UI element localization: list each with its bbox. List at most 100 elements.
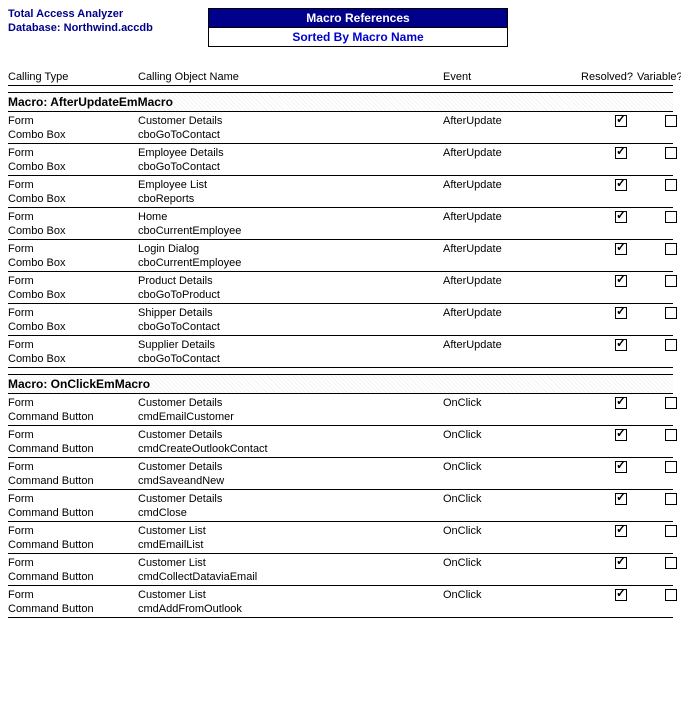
event-value: OnClick	[443, 525, 573, 537]
column-headers: Calling Type Calling Object Name Event R…	[8, 71, 673, 86]
col-calling-type: Calling Type	[8, 71, 138, 83]
resolved-checkbox[interactable]	[615, 429, 627, 441]
event-value: OnClick	[443, 429, 573, 441]
calling-name-2: cmdCreateOutlookContact	[138, 443, 443, 455]
event-value: AfterUpdate	[443, 307, 573, 319]
table-row: FormHomeAfterUpdateCombo BoxcboCurrentEm…	[8, 208, 673, 240]
calling-type-1: Form	[8, 179, 138, 191]
calling-type-2: Combo Box	[8, 289, 138, 301]
calling-name-2: cmdClose	[138, 507, 443, 519]
event-value: AfterUpdate	[443, 115, 573, 127]
variable-checkbox[interactable]	[665, 307, 677, 319]
resolved-checkbox[interactable]	[615, 211, 627, 223]
calling-type-2: Command Button	[8, 507, 138, 519]
col-variable: Variable?	[637, 71, 681, 83]
event-value: AfterUpdate	[443, 275, 573, 287]
variable-checkbox[interactable]	[665, 211, 677, 223]
calling-type-1: Form	[8, 557, 138, 569]
event-value: AfterUpdate	[443, 211, 573, 223]
resolved-checkbox[interactable]	[615, 115, 627, 127]
table-row: FormCustomer DetailsOnClick Command Butto…	[8, 490, 673, 522]
event-value: OnClick	[443, 493, 573, 505]
resolved-checkbox[interactable]	[615, 557, 627, 569]
variable-checkbox[interactable]	[665, 525, 677, 537]
resolved-checkbox[interactable]	[615, 147, 627, 159]
database-label: Database: Northwind.accdb	[8, 22, 208, 34]
group-header: Macro: AfterUpdateEmMacro	[8, 92, 673, 112]
variable-checkbox[interactable]	[665, 397, 677, 409]
calling-type-2: Combo Box	[8, 225, 138, 237]
calling-type-1: Form	[8, 211, 138, 223]
variable-checkbox[interactable]	[665, 461, 677, 473]
calling-type-2: Command Button	[8, 539, 138, 551]
resolved-checkbox[interactable]	[615, 525, 627, 537]
variable-checkbox[interactable]	[665, 493, 677, 505]
report-header: Total Access Analyzer Database: Northwin…	[8, 8, 673, 47]
calling-type-1: Form	[8, 589, 138, 601]
calling-name-1: Login Dialog	[138, 243, 443, 255]
calling-type-2: Command Button	[8, 443, 138, 455]
resolved-checkbox[interactable]	[615, 243, 627, 255]
event-value: AfterUpdate	[443, 147, 573, 159]
event-value: OnClick	[443, 557, 573, 569]
calling-type-2: Command Button	[8, 411, 138, 423]
calling-name-1: Customer List	[138, 557, 443, 569]
col-event: Event	[443, 71, 573, 83]
table-row: FormCustomer ListOnClick Command Buttoncm…	[8, 522, 673, 554]
calling-name-1: Customer List	[138, 525, 443, 537]
table-row: FormProduct DetailsAfterUpdateCombo Boxc…	[8, 272, 673, 304]
event-value: AfterUpdate	[443, 179, 573, 191]
table-row: FormShipper DetailsAfterUpdate Combo Boxc…	[8, 304, 673, 336]
calling-type-1: Form	[8, 307, 138, 319]
calling-name-1: Customer Details	[138, 397, 443, 409]
calling-type-1: Form	[8, 493, 138, 505]
calling-name-2: cmdEmailList	[138, 539, 443, 551]
calling-name-1: Employee Details	[138, 147, 443, 159]
table-row: FormCustomer ListOnClickCommand Buttoncm…	[8, 554, 673, 586]
report-title: Macro References	[208, 8, 508, 28]
calling-name-1: Customer Details	[138, 461, 443, 473]
table-row: FormEmployee DetailsAfterUpdateCombo Box…	[8, 144, 673, 176]
calling-name-1: Shipper Details	[138, 307, 443, 319]
calling-type-2: Combo Box	[8, 193, 138, 205]
variable-checkbox[interactable]	[665, 115, 677, 127]
calling-name-2: cboReports	[138, 193, 443, 205]
calling-name-2: cboGoToProduct	[138, 289, 443, 301]
calling-type-1: Form	[8, 115, 138, 127]
variable-checkbox[interactable]	[665, 243, 677, 255]
calling-name-2: cboGoToContact	[138, 353, 443, 365]
variable-checkbox[interactable]	[665, 275, 677, 287]
resolved-checkbox[interactable]	[615, 339, 627, 351]
calling-name-1: Product Details	[138, 275, 443, 287]
calling-name-2: cmdEmailCustomer	[138, 411, 443, 423]
calling-name-2: cboGoToContact	[138, 161, 443, 173]
resolved-checkbox[interactable]	[615, 493, 627, 505]
calling-type-2: Combo Box	[8, 257, 138, 269]
resolved-checkbox[interactable]	[615, 307, 627, 319]
col-resolved: Resolved?	[573, 71, 637, 83]
app-title: Total Access Analyzer	[8, 8, 208, 20]
variable-checkbox[interactable]	[665, 557, 677, 569]
calling-type-2: Command Button	[8, 603, 138, 615]
calling-type-1: Form	[8, 525, 138, 537]
variable-checkbox[interactable]	[665, 179, 677, 191]
calling-name-1: Customer Details	[138, 493, 443, 505]
calling-type-2: Combo Box	[8, 353, 138, 365]
variable-checkbox[interactable]	[665, 147, 677, 159]
variable-checkbox[interactable]	[665, 429, 677, 441]
calling-name-1: Customer List	[138, 589, 443, 601]
calling-name-2: cboGoToContact	[138, 129, 443, 141]
calling-type-2: Combo Box	[8, 321, 138, 333]
calling-name-1: Home	[138, 211, 443, 223]
resolved-checkbox[interactable]	[615, 461, 627, 473]
calling-name-2: cboGoToContact	[138, 321, 443, 333]
calling-name-1: Customer Details	[138, 115, 443, 127]
calling-name-2: cmdCollectDataviaEmail	[138, 571, 443, 583]
resolved-checkbox[interactable]	[615, 397, 627, 409]
resolved-checkbox[interactable]	[615, 179, 627, 191]
calling-name-1: Employee List	[138, 179, 443, 191]
resolved-checkbox[interactable]	[615, 275, 627, 287]
variable-checkbox[interactable]	[665, 589, 677, 601]
variable-checkbox[interactable]	[665, 339, 677, 351]
resolved-checkbox[interactable]	[615, 589, 627, 601]
